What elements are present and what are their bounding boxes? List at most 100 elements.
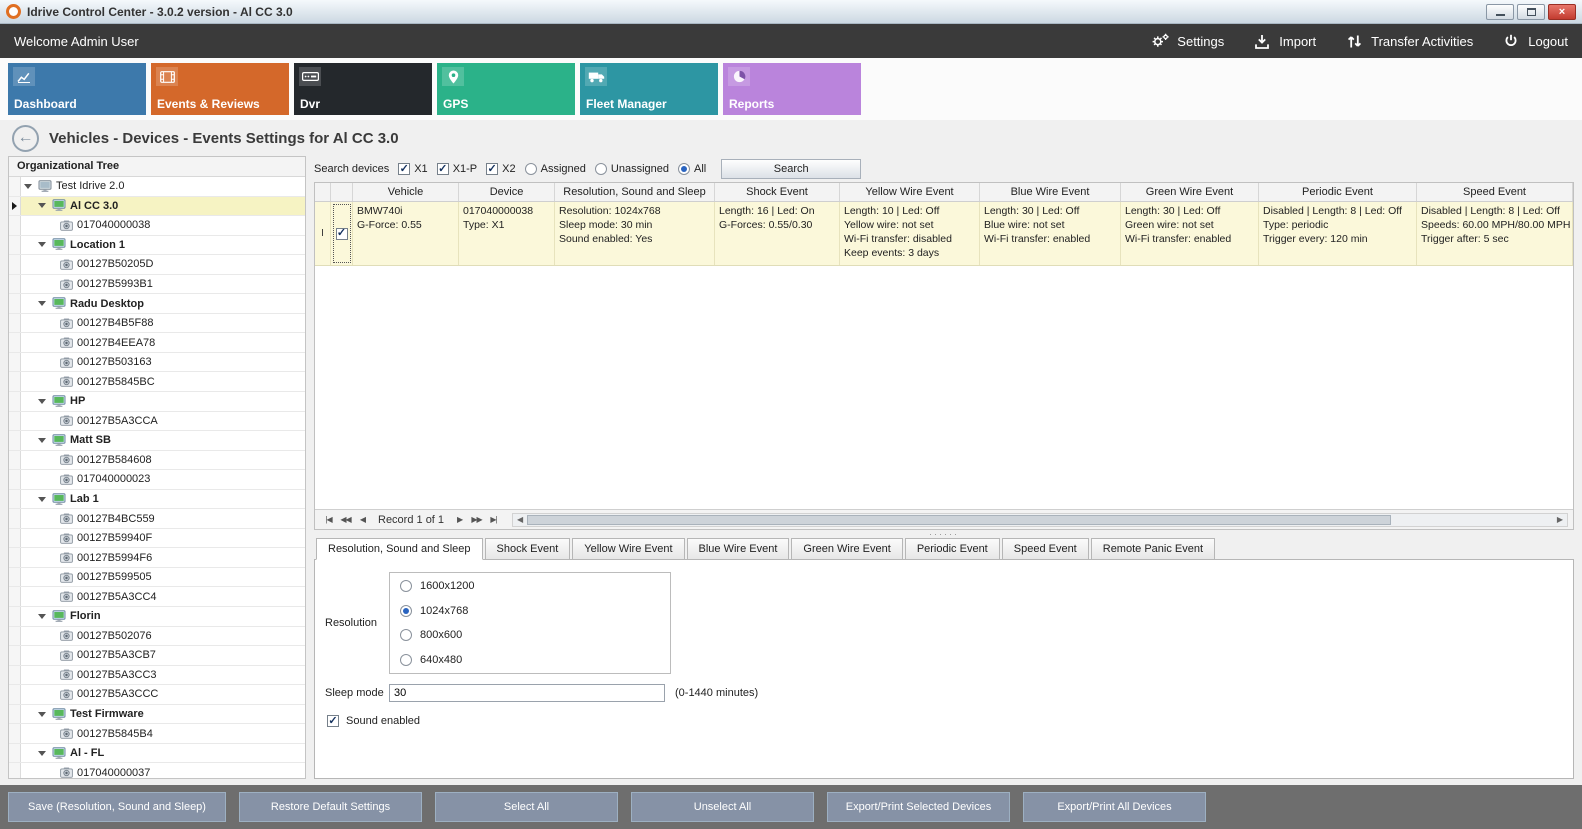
- cell-green-wire-event[interactable]: Length: 30 | Led: OffGreen wire: not set…: [1121, 202, 1259, 265]
- resolution-option-640x480[interactable]: 640x480: [400, 654, 660, 666]
- tab-shock-event[interactable]: Shock Event: [485, 538, 571, 560]
- tree-node-00127b599505[interactable]: 00127B599505: [9, 568, 305, 588]
- collapse-arrow-icon[interactable]: [38, 242, 46, 247]
- tree-node-00127b59940f[interactable]: 00127B59940F: [9, 529, 305, 549]
- tab-periodic-event[interactable]: Periodic Event: [905, 538, 1000, 560]
- tree-node-00127b4b5f88[interactable]: 00127B4B5F88: [9, 314, 305, 334]
- collapse-arrow-icon[interactable]: [38, 614, 46, 619]
- prev-record-icon[interactable]: ◀: [354, 512, 371, 527]
- scroll-right-icon[interactable]: ▶: [1553, 515, 1567, 524]
- column-header-green-wire-event[interactable]: Green Wire Event: [1121, 183, 1259, 201]
- scroll-left-icon[interactable]: ◀: [513, 515, 527, 524]
- resolution-option-1024x768[interactable]: 1024x768: [400, 605, 660, 617]
- topbar-action-transfer-activities[interactable]: Transfer Activities: [1344, 33, 1473, 49]
- collapse-arrow-icon[interactable]: [38, 203, 46, 208]
- checkbox-icon[interactable]: ✓: [398, 163, 410, 175]
- column-header-resolution-sound-and-sleep[interactable]: Resolution, Sound and Sleep: [555, 183, 715, 201]
- filter-radio-unassigned[interactable]: Unassigned: [595, 163, 669, 175]
- tree-node-location-1[interactable]: Location 1: [9, 236, 305, 256]
- minimize-button[interactable]: [1486, 4, 1514, 20]
- cell-shock-event[interactable]: Length: 16 | Led: OnG-Forces: 0.55/0.30: [715, 202, 840, 265]
- radio-icon[interactable]: [595, 163, 607, 175]
- column-header-speed-event[interactable]: Speed Event: [1417, 183, 1573, 201]
- maximize-button[interactable]: [1517, 4, 1545, 20]
- tree-node-radu-desktop[interactable]: Radu Desktop: [9, 294, 305, 314]
- tab-yellow-wire-event[interactable]: Yellow Wire Event: [572, 538, 684, 560]
- cell-yellow-wire-event[interactable]: Length: 10 | Led: OffYellow wire: not se…: [840, 202, 980, 265]
- tab-green-wire-event[interactable]: Green Wire Event: [791, 538, 902, 560]
- filter-checkbox-x1[interactable]: ✓X1: [398, 163, 427, 175]
- back-button[interactable]: ←: [12, 125, 39, 152]
- collapse-arrow-icon[interactable]: [38, 301, 46, 306]
- collapse-arrow-icon[interactable]: [38, 497, 46, 502]
- cell-device[interactable]: 017040000038Type: X1: [459, 202, 555, 265]
- tree-node-00127b5a3cc4[interactable]: 00127B5A3CC4: [9, 587, 305, 607]
- tree-node-al-cc-3-0[interactable]: Al CC 3.0: [9, 197, 305, 217]
- footer-button-restore-default-settings[interactable]: Restore Default Settings: [239, 792, 422, 822]
- column-header-device[interactable]: Device: [459, 183, 555, 201]
- resolution-option-800x600[interactable]: 800x600: [400, 629, 660, 641]
- topbar-action-settings[interactable]: Settings: [1150, 33, 1224, 49]
- tree-node-test-idrive-2-0[interactable]: Test Idrive 2.0: [9, 177, 305, 197]
- tree-node-00127b5a3cca[interactable]: 00127B5A3CCA: [9, 412, 305, 432]
- tree-node-00127b5a3cc3[interactable]: 00127B5A3CC3: [9, 666, 305, 686]
- row-select-checkbox[interactable]: ✓: [336, 228, 348, 240]
- first-record-icon[interactable]: |◀: [320, 512, 337, 527]
- footer-button-export-print-selected-devices[interactable]: Export/Print Selected Devices: [827, 792, 1010, 822]
- footer-button-select-all[interactable]: Select All: [435, 792, 618, 822]
- tree-node-hp[interactable]: HP: [9, 392, 305, 412]
- tree-node-017040000037[interactable]: 017040000037: [9, 763, 305, 778]
- close-button[interactable]: ×: [1548, 4, 1576, 20]
- tree-node-00127b584608[interactable]: 00127B584608: [9, 451, 305, 471]
- cell-resolution-sound-and-sleep[interactable]: Resolution: 1024x768Sleep mode: 30 minSo…: [555, 202, 715, 265]
- footer-button-save-resolution-sound-and-sleep[interactable]: Save (Resolution, Sound and Sleep): [8, 792, 226, 822]
- column-header-blue-wire-event[interactable]: Blue Wire Event: [980, 183, 1121, 201]
- radio-icon[interactable]: [400, 580, 412, 592]
- tab-blue-wire-event[interactable]: Blue Wire Event: [687, 538, 790, 560]
- prev-page-icon[interactable]: ◀◀: [337, 512, 354, 527]
- footer-button-unselect-all[interactable]: Unselect All: [631, 792, 814, 822]
- tree-node-00127b5845b4[interactable]: 00127B5845B4: [9, 724, 305, 744]
- radio-icon[interactable]: [400, 654, 412, 666]
- tree-node-florin[interactable]: Florin: [9, 607, 305, 627]
- checkbox-icon[interactable]: ✓: [437, 163, 449, 175]
- nav-tile-dvr[interactable]: Dvr: [294, 63, 432, 115]
- horizontal-scrollbar[interactable]: ◀ ▶: [512, 513, 1568, 527]
- resolution-option-1600x1200[interactable]: 1600x1200: [400, 580, 660, 592]
- nav-tile-gps[interactable]: GPS: [437, 63, 575, 115]
- topbar-action-logout[interactable]: Logout: [1501, 33, 1568, 49]
- radio-icon[interactable]: [525, 163, 537, 175]
- collapse-arrow-icon[interactable]: [24, 184, 32, 189]
- tree-node-matt-sb[interactable]: Matt SB: [9, 431, 305, 451]
- scrollbar-thumb[interactable]: [527, 515, 1391, 525]
- tree-node-00127b502076[interactable]: 00127B502076: [9, 627, 305, 647]
- last-record-icon[interactable]: ▶|: [485, 512, 502, 527]
- collapse-arrow-icon[interactable]: [38, 438, 46, 443]
- tree-node-00127b5845bc[interactable]: 00127B5845BC: [9, 372, 305, 392]
- topbar-action-import[interactable]: Import: [1252, 33, 1316, 49]
- next-record-icon[interactable]: ▶: [451, 512, 468, 527]
- tree-node-017040000038[interactable]: 017040000038: [9, 216, 305, 236]
- tab-remote-panic-event[interactable]: Remote Panic Event: [1091, 538, 1215, 560]
- tree-node-test-firmware[interactable]: Test Firmware: [9, 705, 305, 725]
- collapse-arrow-icon[interactable]: [38, 751, 46, 756]
- checkbox-icon[interactable]: ✓: [486, 163, 498, 175]
- sound-enabled-checkbox[interactable]: ✓: [327, 715, 339, 727]
- column-header-periodic-event[interactable]: Periodic Event: [1259, 183, 1417, 201]
- search-button[interactable]: Search: [721, 159, 861, 179]
- footer-button-export-print-all-devices[interactable]: Export/Print All Devices: [1023, 792, 1206, 822]
- tree-node-00127b5993b1[interactable]: 00127B5993B1: [9, 275, 305, 295]
- tree-node-017040000023[interactable]: 017040000023: [9, 470, 305, 490]
- collapse-arrow-icon[interactable]: [38, 399, 46, 404]
- tree-node-00127b5a3ccc[interactable]: 00127B5A3CCC: [9, 685, 305, 705]
- next-page-icon[interactable]: ▶▶: [468, 512, 485, 527]
- tree-node-00127b4eea78[interactable]: 00127B4EEA78: [9, 333, 305, 353]
- filter-checkbox-x1-p[interactable]: ✓X1-P: [437, 163, 477, 175]
- radio-icon[interactable]: [678, 163, 690, 175]
- collapse-arrow-icon[interactable]: [38, 712, 46, 717]
- row-select-cell[interactable]: ✓: [331, 202, 353, 265]
- column-header-vehicle[interactable]: Vehicle: [353, 183, 459, 201]
- tree-node-lab-1[interactable]: Lab 1: [9, 490, 305, 510]
- tab-speed-event[interactable]: Speed Event: [1002, 538, 1089, 560]
- tree-node-00127b503163[interactable]: 00127B503163: [9, 353, 305, 373]
